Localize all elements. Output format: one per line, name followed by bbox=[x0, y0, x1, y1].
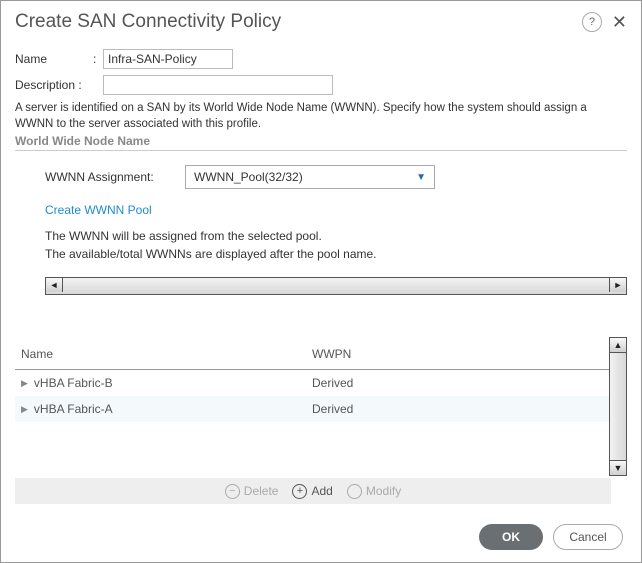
description-row: Description : bbox=[15, 75, 627, 95]
wwnn-assignment-dropdown[interactable]: WWNN_Pool(32/32) ▼ bbox=[185, 165, 435, 189]
help-icon: ? bbox=[589, 16, 595, 28]
name-label: Name bbox=[15, 52, 93, 66]
delete-action: − Delete bbox=[225, 484, 279, 499]
dialog-footer: OK Cancel bbox=[1, 512, 641, 562]
description-label: Description : bbox=[15, 78, 103, 92]
table-header: Name WWPN bbox=[15, 337, 609, 370]
add-action[interactable]: + Add bbox=[292, 484, 332, 499]
dialog-title: Create SAN Connectivity Policy bbox=[15, 11, 582, 33]
modify-action: Modify bbox=[347, 484, 401, 499]
vertical-scrollbar[interactable]: ▲ ▼ bbox=[609, 337, 627, 476]
row-name: vHBA Fabric-A bbox=[34, 402, 113, 416]
section-header-wwnn: World Wide Node Name bbox=[15, 134, 627, 148]
divider bbox=[15, 150, 627, 151]
delete-icon: − bbox=[225, 484, 240, 499]
horizontal-scrollbar[interactable]: ◄ ► bbox=[45, 277, 627, 295]
cancel-button[interactable]: Cancel bbox=[553, 524, 623, 550]
expand-icon[interactable]: ▶ bbox=[21, 378, 28, 389]
name-row: Name : bbox=[15, 49, 627, 69]
row-wwpn: Derived bbox=[312, 376, 603, 390]
create-san-connectivity-policy-dialog: Create SAN Connectivity Policy ? ✕ Name … bbox=[0, 0, 642, 563]
scroll-down-button[interactable]: ▼ bbox=[610, 460, 626, 475]
dialog-body: Name : Description : A server is identif… bbox=[1, 39, 641, 295]
chevron-down-icon: ▼ bbox=[416, 172, 426, 183]
info-text: A server is identified on a SAN by its W… bbox=[15, 101, 627, 132]
scroll-left-button[interactable]: ◄ bbox=[46, 278, 63, 292]
wwnn-assignment-selected: WWNN_Pool(32/32) bbox=[194, 170, 303, 184]
wwnn-note-1: The WWNN will be assigned from the selec… bbox=[45, 227, 627, 245]
titlebar: Create SAN Connectivity Policy ? ✕ bbox=[1, 1, 641, 39]
create-wwnn-pool-link[interactable]: Create WWNN Pool bbox=[45, 203, 627, 217]
modify-icon bbox=[347, 484, 362, 499]
help-button[interactable]: ? bbox=[582, 12, 602, 32]
close-button[interactable]: ✕ bbox=[612, 13, 627, 31]
add-icon: + bbox=[292, 484, 307, 499]
expand-icon[interactable]: ▶ bbox=[21, 404, 28, 415]
column-header-name[interactable]: Name bbox=[21, 347, 312, 361]
wwnn-assignment-label: WWNN Assignment: bbox=[45, 170, 185, 184]
column-header-wwpn[interactable]: WWPN bbox=[312, 347, 603, 361]
vhba-table-area: Name WWPN ▶ vHBA Fabric-B Derived ▶ vHBA F… bbox=[15, 337, 627, 476]
ok-button[interactable]: OK bbox=[479, 524, 543, 550]
close-icon: ✕ bbox=[612, 12, 627, 32]
wwnn-assignment-area: WWNN Assignment: WWNN_Pool(32/32) ▼ Crea… bbox=[15, 165, 627, 295]
wwnn-assignment-row: WWNN Assignment: WWNN_Pool(32/32) ▼ bbox=[45, 165, 627, 189]
table-row[interactable]: ▶ vHBA Fabric-A Derived bbox=[15, 396, 609, 422]
vhba-table: Name WWPN ▶ vHBA Fabric-B Derived ▶ vHBA F… bbox=[15, 337, 609, 476]
description-input[interactable] bbox=[103, 75, 333, 95]
scroll-up-button[interactable]: ▲ bbox=[610, 338, 626, 353]
name-input[interactable] bbox=[103, 49, 233, 69]
row-wwpn: Derived bbox=[312, 402, 603, 416]
scroll-right-button[interactable]: ► bbox=[609, 278, 626, 292]
wwnn-note-2: The available/total WWNNs are displayed … bbox=[45, 245, 627, 263]
table-row[interactable]: ▶ vHBA Fabric-B Derived bbox=[15, 370, 609, 396]
table-action-bar: − Delete + Add Modify bbox=[15, 478, 611, 504]
row-name: vHBA Fabric-B bbox=[34, 376, 113, 390]
